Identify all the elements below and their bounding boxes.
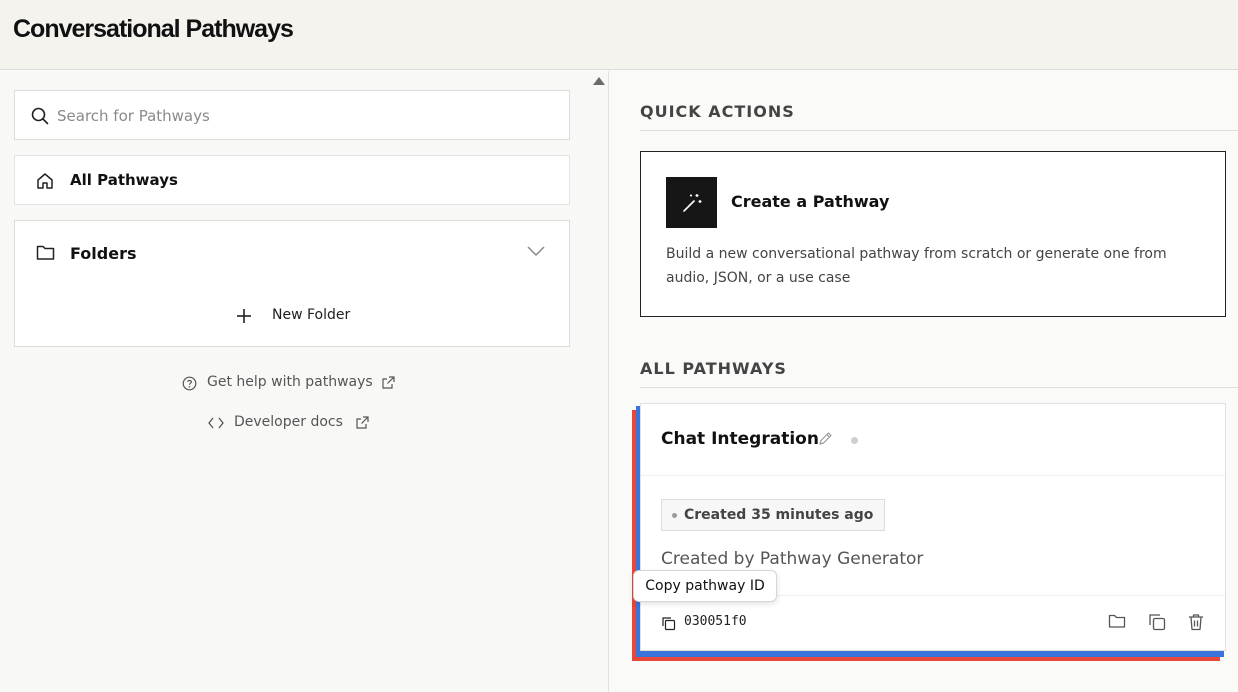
status-dot xyxy=(851,437,858,444)
divider xyxy=(640,130,1238,131)
create-pathway-title: Create a Pathway xyxy=(731,192,890,211)
create-pathway-card[interactable]: Create a Pathway Build a new conversatio… xyxy=(640,151,1226,317)
search-icon xyxy=(31,107,49,125)
search-box[interactable] xyxy=(14,90,570,140)
app-header: Conversational Pathways xyxy=(0,0,1238,70)
folders-label: Folders xyxy=(70,244,137,263)
external-link-icon xyxy=(382,376,395,389)
magic-wand-icon xyxy=(683,194,702,212)
chevron-down-icon xyxy=(527,246,545,256)
copy-pathway-id-tooltip: Copy pathway ID xyxy=(633,570,777,602)
created-badge: Created 35 minutes ago xyxy=(661,499,886,531)
new-folder-label: New Folder xyxy=(272,307,351,323)
copy-icon xyxy=(662,617,676,631)
sidebar: All Pathways Folders New Folder Get help xyxy=(0,71,609,692)
home-icon xyxy=(37,173,53,189)
folders-toggle[interactable]: Folders xyxy=(15,221,569,285)
help-link-label: Get help with pathways xyxy=(207,374,373,390)
pencil-icon[interactable] xyxy=(818,431,833,446)
help-circle-icon xyxy=(182,376,197,391)
plus-icon xyxy=(237,309,251,323)
create-pathway-icon-box xyxy=(666,177,717,228)
pathway-name: Chat Integration xyxy=(661,429,819,449)
scroll-up-arrow[interactable] xyxy=(593,77,605,85)
divider xyxy=(641,475,1225,476)
developer-docs-label: Developer docs xyxy=(234,414,343,430)
external-link-icon xyxy=(356,416,369,429)
quick-actions-heading: QUICK ACTIONS xyxy=(640,102,795,121)
create-pathway-description: Build a new conversational pathway from … xyxy=(666,246,1167,286)
sidebar-item-label: All Pathways xyxy=(70,171,178,189)
search-input[interactable] xyxy=(57,103,547,129)
sidebar-item-all-pathways[interactable]: All Pathways xyxy=(14,155,570,205)
trash-icon[interactable] xyxy=(1188,613,1204,631)
folders-panel: Folders New Folder xyxy=(14,220,570,347)
pathway-creator: Created by Pathway Generator xyxy=(661,549,924,569)
divider xyxy=(640,387,1238,388)
folder-icon xyxy=(36,245,55,260)
pathway-card[interactable]: Chat Integration Created 35 minutes ago … xyxy=(640,403,1226,651)
copy-icon[interactable] xyxy=(1148,613,1166,631)
app-title: Conversational Pathways xyxy=(13,15,294,43)
pathway-id: 030051f0 xyxy=(684,614,747,629)
code-icon xyxy=(208,417,224,429)
all-pathways-heading: ALL PATHWAYS xyxy=(640,359,787,378)
folder-icon[interactable] xyxy=(1108,613,1126,629)
